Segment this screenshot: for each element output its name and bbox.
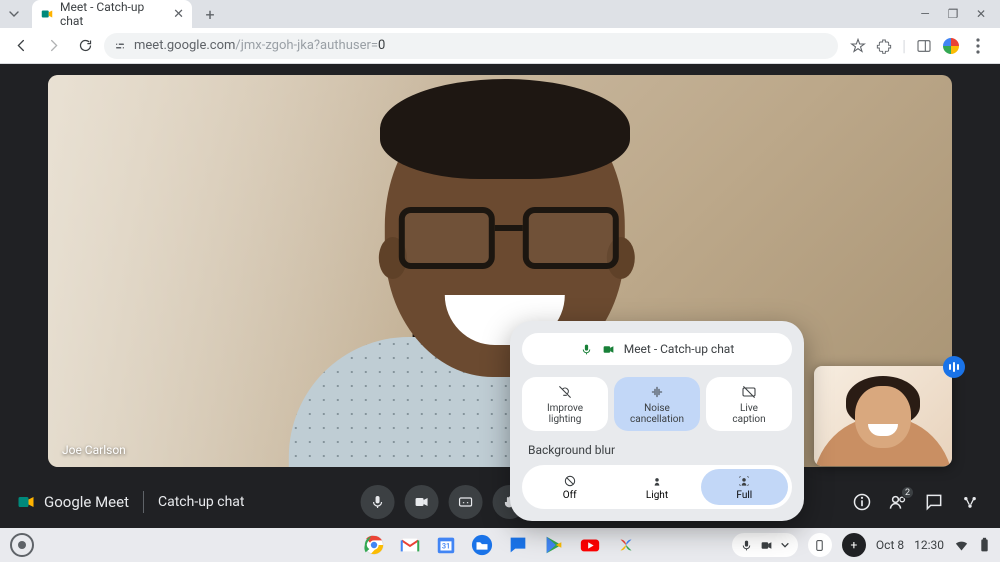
caption-off-icon [741,384,757,400]
meeting-name: Catch-up chat [158,494,245,510]
window-maximize-button[interactable]: ❐ [946,7,960,21]
blur-light-option[interactable]: Light [613,469,700,505]
people-count-badge: 2 [901,486,914,499]
window-close-button[interactable]: ✕ [974,7,988,21]
browser-tab-strip: Meet - Catch-up chat ✕ + — ❐ ✕ [0,0,1000,28]
side-panel-button[interactable] [916,38,932,54]
shelf-gmail-icon[interactable] [399,534,421,556]
activities-button[interactable] [960,492,980,512]
shelf-play-icon[interactable] [543,534,565,556]
blur-light-icon [650,474,664,488]
captions-button[interactable] [449,485,483,519]
shelf-phone-hub-button[interactable] [808,533,832,557]
live-caption-label: Live caption [732,403,765,425]
popup-title-pill[interactable]: Meet - Catch-up chat [522,333,792,365]
window-minimize-button[interactable]: — [918,7,932,21]
blur-off-label: Off [563,490,577,501]
blur-full-icon [737,474,751,488]
new-tab-button[interactable]: + [198,2,222,26]
meet-app: Joe Carlson Meet - Catch-up chat Improve… [0,64,1000,528]
back-button[interactable] [8,33,34,59]
bookmark-button[interactable] [850,38,866,54]
launcher-button[interactable] [10,533,34,557]
mute-camera-button[interactable] [405,485,439,519]
shelf-messages-icon[interactable] [507,534,529,556]
people-button[interactable]: 2 [888,492,908,512]
meet-favicon-icon [40,7,54,21]
shelf-photos-icon[interactable] [615,534,637,556]
reload-button[interactable] [72,33,98,59]
noise-cancellation-button[interactable]: Noise cancellation [614,377,700,431]
mic-active-icon [580,343,593,356]
shelf-files-icon[interactable] [471,534,493,556]
noise-cancel-icon [649,384,665,400]
shelf-youtube-icon[interactable] [579,534,601,556]
shelf-chrome-icon[interactable] [363,534,385,556]
blur-full-label: Full [736,490,752,501]
forward-button[interactable] [40,33,66,59]
noise-cancellation-label: Noise cancellation [630,403,684,425]
quick-settings-popup: Meet - Catch-up chat Improve lighting No… [510,321,804,521]
improve-lighting-button[interactable]: Improve lighting [522,377,608,431]
address-bar: meet.google.com/jmx-zgoh-jka?authuser=0 … [0,28,1000,64]
meet-brand: Google Meet [16,492,129,512]
site-info-icon[interactable] [114,40,126,52]
shelf-camera-icon [759,539,774,552]
mute-mic-button[interactable] [361,485,395,519]
camera-active-icon [601,343,616,356]
speaking-indicator-icon [943,356,965,378]
shelf-time[interactable]: 12:30 [914,538,944,552]
blur-off-icon [563,474,577,488]
live-caption-button[interactable]: Live caption [706,377,792,431]
shelf-chevron-down-icon [780,540,790,550]
url-text: meet.google.com/jmx-zgoh-jka?authuser=0 [134,38,385,53]
tab-title: Meet - Catch-up chat [60,0,167,28]
meet-bottom-bar: Google Meet Catch-up chat 2 [0,476,1000,528]
blur-off-option[interactable]: Off [526,469,613,505]
shelf-mic-icon [740,539,753,552]
lighting-off-icon [557,384,573,400]
blur-light-label: Light [646,490,668,501]
participant-name-label: Joe Carlson [62,443,126,457]
shelf-battery-icon[interactable] [979,537,990,553]
meet-logo-icon [16,492,36,512]
shelf-date[interactable]: Oct 8 [876,538,904,552]
shelf-calendar-icon[interactable]: 31 [435,534,457,556]
chat-button[interactable] [924,492,944,512]
blur-full-option[interactable]: Full [701,469,788,505]
chrome-menu-button[interactable] [970,38,986,54]
shelf-wifi-icon[interactable] [954,538,969,553]
shelf-media-pill[interactable] [732,533,798,557]
divider [143,491,144,513]
extensions-button[interactable] [876,38,892,54]
browser-tab[interactable]: Meet - Catch-up chat ✕ [32,0,192,28]
improve-lighting-label: Improve lighting [547,403,583,425]
tab-close-button[interactable]: ✕ [173,7,184,22]
meet-brand-text: Google Meet [44,493,129,511]
background-blur-segmented: Off Light Full [522,465,792,509]
background-blur-label: Background blur [528,443,792,457]
self-view-tile[interactable] [814,366,952,466]
popup-title-text: Meet - Catch-up chat [624,342,735,356]
svg-text:31: 31 [442,542,450,551]
url-input[interactable]: meet.google.com/jmx-zgoh-jka?authuser=0 [104,33,838,59]
chromeos-shelf: 31 + Oct 8 12:30 [0,528,1000,562]
meeting-info-button[interactable] [852,492,872,512]
tab-search-button[interactable] [0,8,28,20]
shelf-quick-add-button[interactable]: + [842,533,866,557]
profile-avatar[interactable] [942,37,960,55]
